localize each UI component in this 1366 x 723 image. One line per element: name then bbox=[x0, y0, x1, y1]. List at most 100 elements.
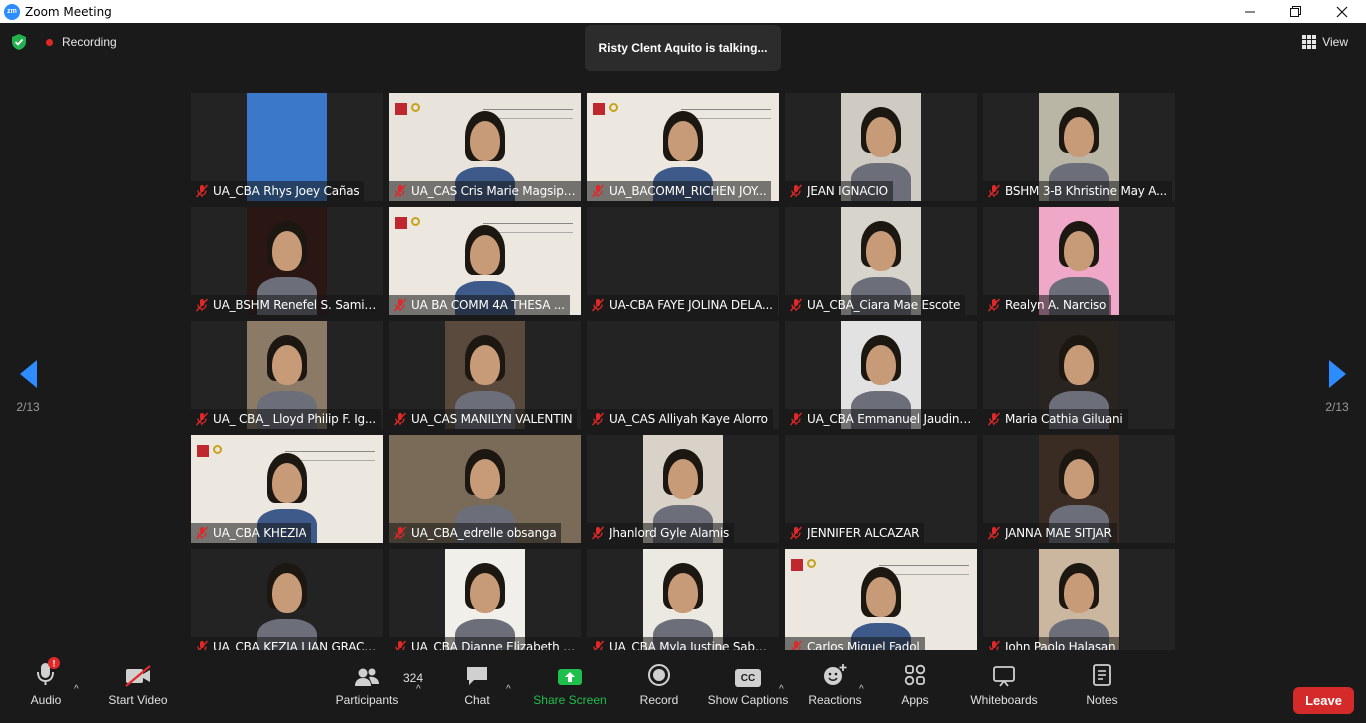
audio-button[interactable]: ! Audio bbox=[25, 650, 67, 723]
participant-tile[interactable]: UA-CBA FAYE JOLINA DELA... bbox=[587, 207, 779, 315]
participant-nameplate: UA_CBA_edrelle obsanga bbox=[389, 523, 562, 543]
muted-mic-icon bbox=[393, 184, 407, 198]
arrow-right-icon bbox=[1328, 360, 1346, 388]
notes-icon bbox=[1093, 664, 1111, 686]
share-screen-label: Share Screen bbox=[533, 693, 607, 707]
participant-nameplate: UA_ CBA_ Lloyd Philip F. Ig... bbox=[191, 409, 381, 429]
close-button[interactable] bbox=[1319, 0, 1365, 23]
share-screen-icon bbox=[558, 669, 582, 685]
participant-name: UA_CBA KHEZIA bbox=[213, 526, 307, 540]
notes-label: Notes bbox=[1086, 693, 1118, 707]
muted-mic-icon bbox=[591, 298, 605, 312]
participant-tile[interactable]: UA_BSHM Renefel S. Samillano bbox=[191, 207, 383, 315]
muted-mic-icon bbox=[393, 526, 407, 540]
participant-nameplate: JEAN IGNACIO bbox=[785, 181, 893, 201]
show-captions-button[interactable]: CC Show Captions bbox=[706, 650, 790, 723]
reactions-button[interactable]: Reactions bbox=[805, 650, 865, 723]
participant-nameplate: BSHM 3-B Khristine May A... bbox=[983, 181, 1172, 201]
participant-nameplate: UA-CBA FAYE JOLINA DELA... bbox=[587, 295, 778, 315]
participant-tile[interactable]: UA_CBA Dianne Elizabeth B... bbox=[389, 549, 581, 657]
participant-name: UA_CAS Alliyah Kaye Alorro bbox=[609, 412, 768, 426]
participant-tile[interactable]: Jhanlord Gyle Alamis bbox=[587, 435, 779, 543]
participant-name: UA_CAS Cris Marie Magsipoc bbox=[411, 184, 576, 198]
participant-tile[interactable]: UA_CAS MANILYN VALENTIN bbox=[389, 321, 581, 429]
participant-tile[interactable]: UA_CBA KHEZIA bbox=[191, 435, 383, 543]
share-screen-button[interactable]: Share Screen bbox=[533, 650, 607, 723]
muted-mic-icon bbox=[591, 526, 605, 540]
apps-label: Apps bbox=[901, 693, 929, 707]
muted-mic-icon bbox=[591, 412, 605, 426]
meeting-area: Recording Risty Clent Aquito is talking.… bbox=[0, 23, 1366, 723]
chat-button[interactable]: Chat bbox=[460, 650, 494, 723]
participants-options-caret[interactable]: ^ bbox=[416, 684, 421, 695]
window-titlebar: zm Zoom Meeting bbox=[0, 0, 1366, 23]
window-title: Zoom Meeting bbox=[25, 4, 112, 19]
audio-warning-badge: ! bbox=[53, 659, 56, 669]
page-indicator-left: 2/13 bbox=[16, 400, 40, 414]
participant-tile[interactable]: UA_CBA Emmanuel Jaudine... bbox=[785, 321, 977, 429]
captions-options-caret[interactable]: ^ bbox=[779, 684, 784, 695]
apps-button[interactable]: Apps bbox=[896, 650, 934, 723]
encryption-shield-icon[interactable] bbox=[10, 33, 28, 51]
participant-tile[interactable]: JENNIFER ALCAZAR bbox=[785, 435, 977, 543]
muted-mic-icon bbox=[591, 184, 605, 198]
participant-nameplate: Realyn A. Narciso bbox=[983, 295, 1112, 315]
participant-tile[interactable]: JANNA MAE SITJAR bbox=[983, 435, 1175, 543]
minimize-button[interactable] bbox=[1227, 0, 1273, 23]
participant-tile[interactable]: JEAN IGNACIO bbox=[785, 93, 977, 201]
participant-name: Maria Cathia Giluani bbox=[1005, 412, 1123, 426]
previous-page-button[interactable]: 2/13 bbox=[13, 360, 43, 414]
participant-tile[interactable]: UA_CAS Cris Marie Magsipoc bbox=[389, 93, 581, 201]
muted-mic-icon bbox=[987, 184, 1001, 198]
muted-mic-icon bbox=[195, 412, 209, 426]
participant-tile[interactable]: UA BA COMM 4A THESA ... bbox=[389, 207, 581, 315]
view-label: View bbox=[1322, 35, 1348, 49]
participant-tile[interactable]: UA_CBA Myla Justine Sabuya bbox=[587, 549, 779, 657]
participant-tile[interactable]: UA_CAS Alliyah Kaye Alorro bbox=[587, 321, 779, 429]
start-video-button[interactable]: Start Video bbox=[104, 650, 172, 723]
participant-tile[interactable]: Maria Cathia Giluani bbox=[983, 321, 1175, 429]
page-indicator-right: 2/13 bbox=[1325, 400, 1349, 414]
restore-button[interactable] bbox=[1273, 0, 1319, 23]
participant-name: Jhanlord Gyle Alamis bbox=[609, 526, 730, 540]
participant-tile[interactable]: UA_CBA Rhys Joey Cañas bbox=[191, 93, 383, 201]
leave-button[interactable]: Leave bbox=[1293, 687, 1354, 714]
participants-button[interactable]: 324 Participants bbox=[334, 650, 423, 723]
participant-tile[interactable]: UA_BACOMM_RICHEN JOY... bbox=[587, 93, 779, 201]
start-video-label: Start Video bbox=[108, 693, 168, 707]
view-button[interactable]: View bbox=[1302, 35, 1348, 49]
participants-label: Participants bbox=[335, 693, 399, 707]
muted-mic-icon bbox=[195, 184, 209, 198]
participant-tile[interactable]: UA_CBA_Ciara Mae Escote bbox=[785, 207, 977, 315]
participant-tile[interactable]: UA_ CBA_ Lloyd Philip F. Ig... bbox=[191, 321, 383, 429]
participant-nameplate: UA_BACOMM_RICHEN JOY... bbox=[587, 181, 772, 201]
muted-mic-icon bbox=[987, 298, 1001, 312]
record-label: Record bbox=[639, 693, 679, 707]
whiteboards-button[interactable]: Whiteboards bbox=[967, 650, 1041, 723]
audio-options-caret[interactable]: ^ bbox=[74, 684, 79, 695]
minimize-icon bbox=[1244, 11, 1255, 13]
participant-tile[interactable]: John Paolo Halasan bbox=[983, 549, 1175, 657]
apps-icon bbox=[904, 664, 926, 686]
participant-name: BSHM 3-B Khristine May A... bbox=[1005, 184, 1167, 198]
participant-tile[interactable]: UA_CBA KEZIA LIAN GRACE... bbox=[191, 549, 383, 657]
reactions-options-caret[interactable]: ^ bbox=[859, 684, 864, 695]
next-page-button[interactable]: 2/13 bbox=[1322, 360, 1352, 414]
notes-button[interactable]: Notes bbox=[1082, 650, 1122, 723]
participants-icon bbox=[355, 668, 379, 686]
participant-nameplate: Maria Cathia Giluani bbox=[983, 409, 1128, 429]
muted-mic-icon bbox=[195, 526, 209, 540]
chat-options-caret[interactable]: ^ bbox=[506, 684, 511, 695]
close-icon bbox=[1336, 6, 1348, 17]
chat-bubble-icon bbox=[467, 667, 487, 685]
whiteboard-icon bbox=[993, 666, 1015, 687]
record-button[interactable]: Record bbox=[636, 650, 682, 723]
participant-nameplate: UA BA COMM 4A THESA ... bbox=[389, 295, 570, 315]
participant-tile[interactable]: Carlos Miguel Fadol bbox=[785, 549, 977, 657]
muted-mic-icon bbox=[195, 298, 209, 312]
arrow-left-icon bbox=[19, 360, 37, 388]
participant-tile[interactable]: Realyn A. Narciso bbox=[983, 207, 1175, 315]
participant-tile[interactable]: BSHM 3-B Khristine May A... bbox=[983, 93, 1175, 201]
recording-indicator[interactable]: Recording bbox=[46, 35, 117, 49]
participant-tile[interactable]: UA_CBA_edrelle obsanga bbox=[389, 435, 581, 543]
